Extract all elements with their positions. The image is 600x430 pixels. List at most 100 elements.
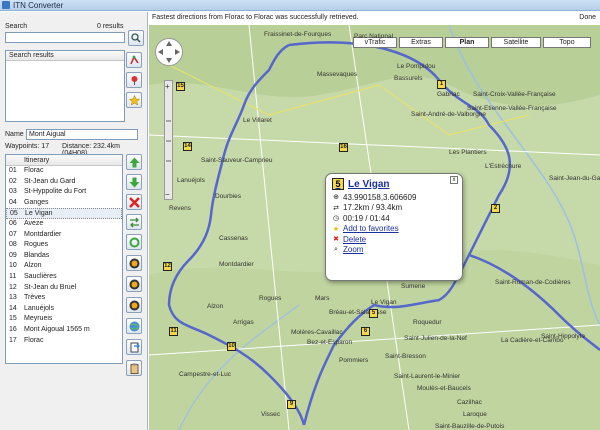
itinerary-row[interactable]: 08 Rogues	[6, 240, 122, 251]
tab-satellite[interactable]: Satellite	[491, 37, 541, 48]
waypoint-marker-6[interactable]: 6	[361, 327, 370, 336]
route-tool-button[interactable]	[126, 52, 142, 68]
itinerary-list[interactable]: Itinerary 01 Florac 02 St-Jean du Gard 03 St-…	[5, 154, 123, 364]
waypoint-marker-12[interactable]: 12	[163, 262, 172, 271]
waypoint-marker-11[interactable]: 11	[169, 327, 178, 336]
pan-control[interactable]	[155, 38, 183, 66]
itinerary-row[interactable]: 01 Florac	[6, 166, 122, 177]
itinerary-row-number: 16	[9, 325, 17, 333]
search-results-list[interactable]: Search results	[5, 50, 125, 122]
map-place-label: Fraissinet-de-Fourques	[264, 31, 332, 38]
move-down-button[interactable]	[126, 174, 142, 190]
delete-waypoint-button[interactable]	[126, 194, 142, 210]
tab-extras[interactable]: Extras	[399, 37, 443, 48]
itinerary-row-number: 03	[9, 188, 17, 196]
route-name-field[interactable]: Mont Aigual	[26, 129, 138, 140]
popup-add-fav-row[interactable]: ★ Add to favorites	[332, 224, 456, 235]
itinerary-row[interactable]: 07 Montdardier	[6, 230, 122, 241]
delete-link[interactable]: Delete	[343, 235, 366, 244]
waypoint-marker-14[interactable]: 14	[183, 142, 192, 151]
itinerary-row-name: Mont Aigoual 1565 m	[24, 325, 90, 333]
map-place-label: Laroque	[463, 411, 487, 418]
map-place-label: Saint-Bauzille-de-Putois	[435, 423, 505, 430]
itinerary-row[interactable]: 13 Trèves	[6, 293, 122, 304]
map-place-label: Montdardier	[219, 261, 254, 268]
itinerary-row-number: 11	[9, 272, 17, 280]
itinerary-row-name: Montdardier	[24, 230, 62, 238]
globe-button[interactable]	[126, 318, 142, 334]
popup-title-text[interactable]: Le Vigan	[348, 179, 390, 190]
waypoint-marker-5[interactable]: 5	[369, 309, 378, 318]
zoom-slider[interactable]: + −	[164, 80, 173, 200]
map-place-label: Saint-Croix-Vallée-Française	[473, 91, 556, 98]
map-place-label: Le Villaret	[243, 117, 272, 124]
avoid-toll-button[interactable]	[126, 297, 142, 313]
popup-distance-row: ⇄ 17.2km / 93.4km	[332, 203, 456, 214]
car-icon	[129, 258, 139, 268]
itinerary-row[interactable]: 16 Mont Aigoual 1565 m	[6, 325, 122, 336]
itinerary-row[interactable]: 10 Alzon	[6, 261, 122, 272]
itinerary-row[interactable]: 15 Meyrueis	[6, 314, 122, 325]
map-place-label: Saint-Sauveur-Camprieu	[201, 157, 273, 164]
export-button[interactable]	[126, 339, 142, 355]
app-icon	[2, 1, 10, 9]
waypoint-marker-9[interactable]: 9	[287, 400, 296, 409]
itinerary-header: Itinerary	[6, 155, 122, 166]
itinerary-row[interactable]: 02 St-Jean du Gard	[6, 177, 122, 188]
highway-icon	[129, 279, 139, 289]
move-up-button[interactable]	[126, 154, 142, 170]
itinerary-row[interactable]: 14 Lanuéjols	[6, 304, 122, 315]
itinerary-row-name: Florac	[24, 167, 44, 174]
map-place-label: Alzon	[207, 303, 224, 310]
itinerary-row[interactable]: 11 Sauclières	[6, 272, 122, 283]
search-input[interactable]	[5, 32, 125, 43]
tab-plan[interactable]: Plan	[445, 37, 489, 48]
reverse-route-button[interactable]	[126, 214, 142, 230]
itinerary-row[interactable]: 05 Le Vigan	[6, 208, 122, 219]
map-place-label: Rogues	[259, 295, 282, 302]
clipboard-button[interactable]	[126, 360, 142, 376]
map-place-label: Massevaques	[317, 71, 358, 78]
waypoint-marker-2[interactable]: 2	[491, 204, 500, 213]
itinerary-row[interactable]: 09 Blandas	[6, 251, 122, 262]
pan-arrows-icon	[158, 41, 180, 63]
reverse-icon	[129, 217, 139, 227]
itinerary-row-name: Alzon	[24, 262, 42, 270]
popup-title[interactable]: 5 Le Vigan	[332, 178, 456, 190]
popup-zoom-row[interactable]: ⌕ Zoom	[332, 245, 456, 256]
popup-delete-row[interactable]: ✖ Delete	[332, 234, 456, 245]
itinerary-row-name: Trèves	[24, 294, 46, 302]
window-title: ITN Converter	[13, 0, 64, 10]
map-place-label: Vissec	[261, 411, 281, 418]
itinerary-row[interactable]: 12 St-Jean du Bruel	[6, 283, 122, 294]
popup-close-button[interactable]: x	[450, 176, 458, 184]
map-view[interactable]: vTrafic Extras Plan Satellite Topo + − Fr…	[149, 25, 600, 430]
itinerary-row[interactable]: 04 Ganges	[6, 198, 122, 209]
globe-icon	[129, 321, 139, 331]
itinerary-row[interactable]: 17 Florac	[6, 336, 122, 347]
waypoint-marker-1[interactable]: 1	[437, 80, 446, 89]
waypoint-marker-16[interactable]: 16	[339, 143, 348, 152]
itinerary-row-number: 15	[9, 315, 17, 323]
optimize-button[interactable]	[126, 234, 142, 250]
search-icon	[131, 33, 141, 43]
itinerary-row-name: St-Jean du Gard	[24, 177, 76, 185]
car-button[interactable]	[126, 255, 142, 271]
zoom-link[interactable]: Zoom	[343, 245, 363, 254]
popup-time-row: ◷ 00:19 / 01:44	[332, 213, 456, 224]
status-bar: Fastest directions from Florac to Florac…	[148, 12, 600, 23]
tab-topo[interactable]: Topo	[543, 37, 591, 48]
search-button[interactable]	[128, 30, 144, 46]
avoid-highway-button[interactable]	[126, 276, 142, 292]
waypoint-marker-10[interactable]: 10	[227, 342, 236, 351]
map-place-label: Arrigas	[233, 319, 254, 326]
map-place-label: Dourbies	[215, 193, 242, 200]
status-done: Done	[579, 14, 596, 21]
delete-result-button[interactable]	[126, 72, 142, 88]
itinerary-row[interactable]: 03 St-Hyppolite du Fort	[6, 187, 122, 198]
itinerary-row[interactable]: 06 Aveze	[6, 219, 122, 230]
clipboard-icon	[130, 363, 138, 374]
waypoint-marker-15[interactable]: 15	[176, 82, 185, 91]
favorites-button[interactable]	[126, 92, 142, 108]
add-to-favorites-link[interactable]: Add to favorites	[343, 224, 399, 233]
